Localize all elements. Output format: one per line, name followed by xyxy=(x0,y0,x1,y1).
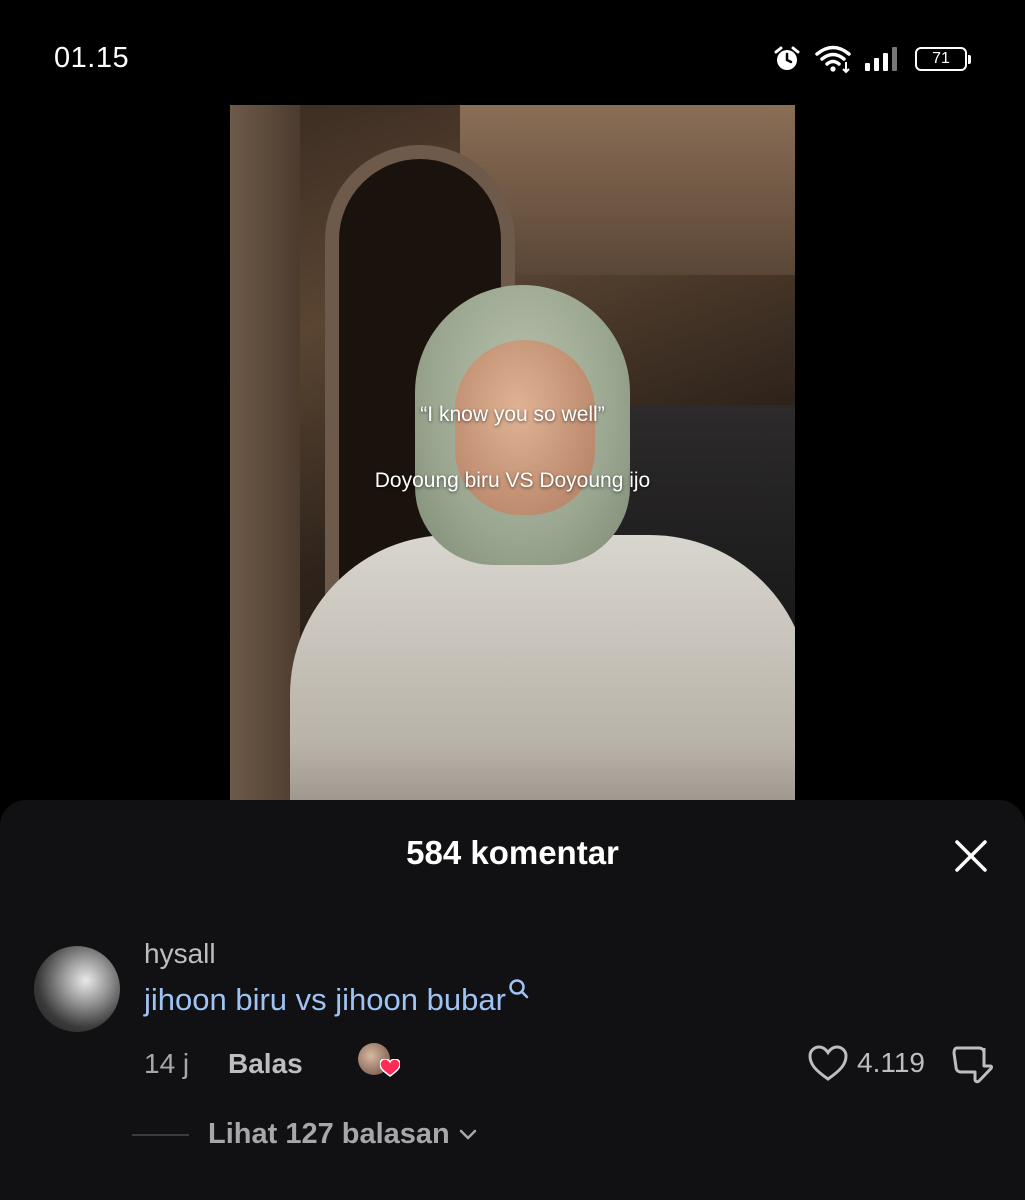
status-icons: 71 xyxy=(773,42,971,76)
comments-sheet: 584 komentar hysall jihoon biru vs jihoo… xyxy=(0,800,1025,1200)
alarm-icon xyxy=(773,45,801,73)
comments-count-title: 584 komentar xyxy=(406,834,619,871)
search-icon xyxy=(509,979,529,999)
close-icon xyxy=(955,840,987,872)
avatar[interactable] xyxy=(34,946,120,1032)
creator-liked-badge xyxy=(358,1043,402,1083)
signal-icon xyxy=(865,46,901,72)
dislike-button[interactable] xyxy=(951,1044,994,1089)
like-count: 4.119 xyxy=(857,1047,925,1078)
status-bar: 01.15 71 xyxy=(0,0,1025,110)
wifi-icon xyxy=(815,44,851,74)
video-caption-line2: Doyoung biru VS Doyoung ijo xyxy=(374,469,651,492)
view-replies-label: Lihat 127 balasan xyxy=(208,1118,450,1150)
chevron-down-icon xyxy=(459,1129,477,1140)
heart-outline-icon xyxy=(808,1045,848,1081)
thumbs-down-icon xyxy=(952,1046,994,1084)
comment-username[interactable]: hysall xyxy=(144,938,216,970)
reply-button[interactable]: Balas xyxy=(228,1048,303,1080)
battery-icon: 71 xyxy=(915,47,971,71)
close-button[interactable] xyxy=(953,838,989,874)
like-button[interactable]: 4.119 xyxy=(807,1044,925,1082)
comment-text-label: jihoon biru vs jihoon bubar xyxy=(144,982,506,1017)
comment-timestamp: 14 j xyxy=(144,1048,190,1079)
status-time: 01.15 xyxy=(54,42,130,74)
video-caption-line1: “I know you so well” xyxy=(420,403,605,426)
comment-text[interactable]: jihoon biru vs jihoon bubar xyxy=(144,979,530,1018)
replies-divider xyxy=(132,1134,189,1136)
heart-icon xyxy=(380,1059,400,1077)
view-replies-button[interactable]: Lihat 127 balasan xyxy=(208,1118,478,1151)
video-player[interactable]: “I know you so well” Doyoung biru VS Doy… xyxy=(230,105,795,805)
